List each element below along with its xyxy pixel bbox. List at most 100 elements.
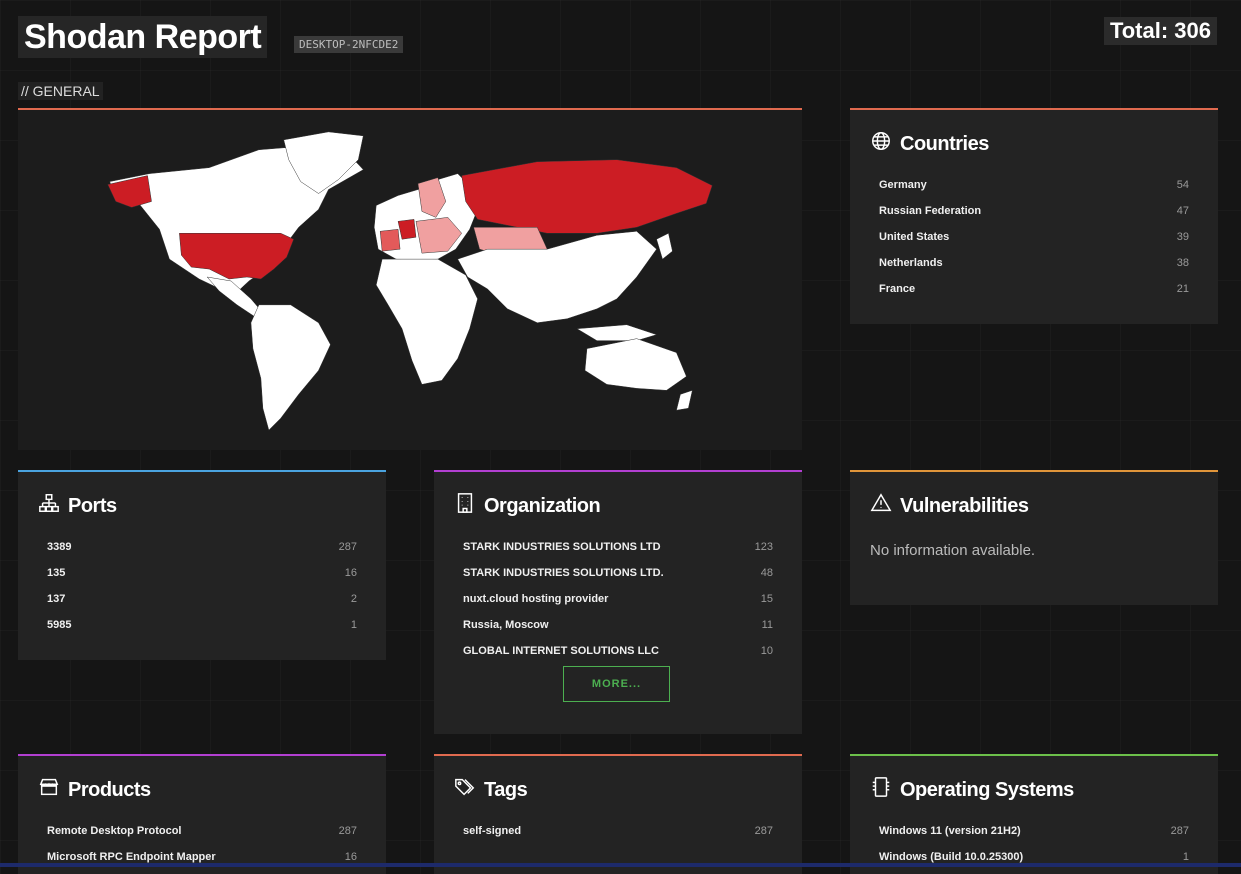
item-count: 287 [1170, 825, 1189, 837]
item-label: 3389 [47, 541, 72, 553]
item-label: Netherlands [879, 257, 943, 269]
item-count: 16 [344, 851, 357, 863]
list-item[interactable]: 5985 1 [47, 612, 357, 638]
hostname-badge: DESKTOP-2NFCDE2 [294, 36, 404, 53]
map-africa [375, 258, 478, 385]
list-item[interactable]: nuxt.cloud hosting provider 15 [463, 586, 773, 612]
ports-title-wrap: Ports [38, 492, 117, 520]
ports-list: 3389 287 135 16 137 2 5985 1 [47, 534, 357, 638]
item-count: 123 [754, 541, 773, 553]
list-item[interactable]: GLOBAL INTERNET SOLUTIONS LLC 10 [463, 638, 773, 664]
countries-panel: Countries Germany 54 Russian Federation 47… [850, 108, 1218, 324]
organization-list: STARK INDUSTRIES SOLUTIONS LTD 123 STARK … [463, 534, 773, 664]
list-item[interactable]: United States 39 [879, 224, 1189, 250]
map-alaska [107, 175, 152, 208]
vulnerabilities-title: Vulnerabilities [900, 494, 1029, 517]
item-count: 47 [1176, 205, 1189, 217]
store-icon [38, 776, 60, 804]
list-item[interactable]: Netherlands 38 [879, 250, 1189, 276]
list-item[interactable]: Remote Desktop Protocol 287 [47, 818, 357, 844]
item-label: STARK INDUSTRIES SOLUTIONS LTD. [463, 567, 664, 579]
products-panel: Products Remote Desktop Protocol 287 Micr… [18, 754, 386, 874]
tags-title: Tags [484, 778, 528, 801]
item-count: 287 [338, 541, 357, 553]
item-label: United States [879, 231, 950, 243]
tags-title-wrap: Tags [454, 776, 528, 804]
tags-panel: Tags self-signed 287 [434, 754, 802, 874]
list-item[interactable]: STARK INDUSTRIES SOLUTIONS LTD 123 [463, 534, 773, 560]
products-title: Products [68, 778, 151, 801]
item-count: 15 [760, 593, 773, 605]
organization-title-wrap: Organization [454, 492, 601, 520]
map-france [379, 229, 401, 252]
item-count: 16 [344, 567, 357, 579]
item-label: nuxt.cloud hosting provider [463, 593, 609, 605]
world-map[interactable] [18, 110, 802, 450]
list-item[interactable]: STARK INDUSTRIES SOLUTIONS LTD. 48 [463, 560, 773, 586]
device-icon [870, 776, 892, 804]
map-new-zealand [676, 389, 693, 411]
list-item[interactable]: France 21 [879, 276, 1189, 302]
item-label: GLOBAL INTERNET SOLUTIONS LLC [463, 645, 659, 657]
products-title-wrap: Products [38, 776, 151, 804]
list-item[interactable]: self-signed 287 [463, 818, 773, 844]
countries-title-wrap: Countries [870, 130, 989, 158]
list-item[interactable]: 135 16 [47, 560, 357, 586]
list-item[interactable]: Russian Federation 47 [879, 198, 1189, 224]
item-count: 54 [1176, 179, 1189, 191]
item-label: 5985 [47, 619, 72, 631]
list-item[interactable]: Germany 54 [879, 172, 1189, 198]
section-label-general: // GENERAL [18, 82, 103, 100]
total-count: Total: 306 [1103, 17, 1217, 45]
item-label: 135 [47, 567, 66, 579]
organization-title: Organization [484, 494, 601, 517]
ports-panel: Ports 3389 287 135 16 137 2 5985 1 [18, 470, 386, 660]
more-button[interactable]: MORE... [563, 666, 670, 702]
list-item[interactable]: 137 2 [47, 586, 357, 612]
tags-list: self-signed 287 [463, 818, 773, 844]
vulnerabilities-title-wrap: Vulnerabilities [870, 492, 1029, 520]
item-label: Microsoft RPC Endpoint Mapper [47, 851, 216, 863]
item-count: 39 [1176, 231, 1189, 243]
no-info-message: No information available. [870, 542, 1036, 559]
item-label: self-signed [463, 825, 522, 837]
vulnerabilities-panel: Vulnerabilities No information available… [850, 470, 1218, 605]
page-title: Shodan Report [18, 16, 268, 58]
item-count: 21 [1176, 283, 1189, 295]
list-item[interactable]: Windows 11 (version 21H2) 287 [879, 818, 1189, 844]
map-south-america [250, 304, 331, 431]
item-label: Windows (Build 10.0.25300) [879, 851, 1024, 863]
item-count: 48 [760, 567, 773, 579]
globe-icon [870, 130, 892, 158]
countries-title: Countries [900, 132, 989, 155]
map-japan [656, 232, 673, 260]
item-label: Russia, Moscow [463, 619, 549, 631]
list-item[interactable]: 3389 287 [47, 534, 357, 560]
list-item[interactable]: Russia, Moscow 11 [463, 612, 773, 638]
tags-icon [454, 776, 476, 804]
item-count: 287 [754, 825, 773, 837]
item-label: Windows 11 (version 21H2) [879, 825, 1021, 837]
item-label: France [879, 283, 916, 295]
taskbar-edge [0, 863, 1241, 867]
item-count: 10 [760, 645, 773, 657]
warning-icon [870, 492, 892, 520]
world-map-panel [18, 108, 802, 450]
item-count: 11 [761, 619, 773, 631]
item-label: STARK INDUSTRIES SOLUTIONS LTD [463, 541, 661, 553]
item-count: 1 [350, 619, 357, 631]
item-label: 137 [47, 593, 66, 605]
map-indonesia [576, 324, 658, 341]
item-label: Germany [879, 179, 927, 191]
operating-systems-title-wrap: Operating Systems [870, 776, 1074, 804]
map-australia [584, 338, 687, 391]
countries-list: Germany 54 Russian Federation 47 United St… [879, 172, 1189, 302]
ports-title: Ports [68, 494, 117, 517]
map-russia [461, 159, 713, 234]
item-label: Russian Federation [879, 205, 982, 217]
building-icon [454, 492, 476, 520]
item-count: 287 [338, 825, 357, 837]
organization-panel: Organization STARK INDUSTRIES SOLUTIONS … [434, 470, 802, 734]
item-count: 1 [1182, 851, 1189, 863]
item-count: 2 [350, 593, 357, 605]
